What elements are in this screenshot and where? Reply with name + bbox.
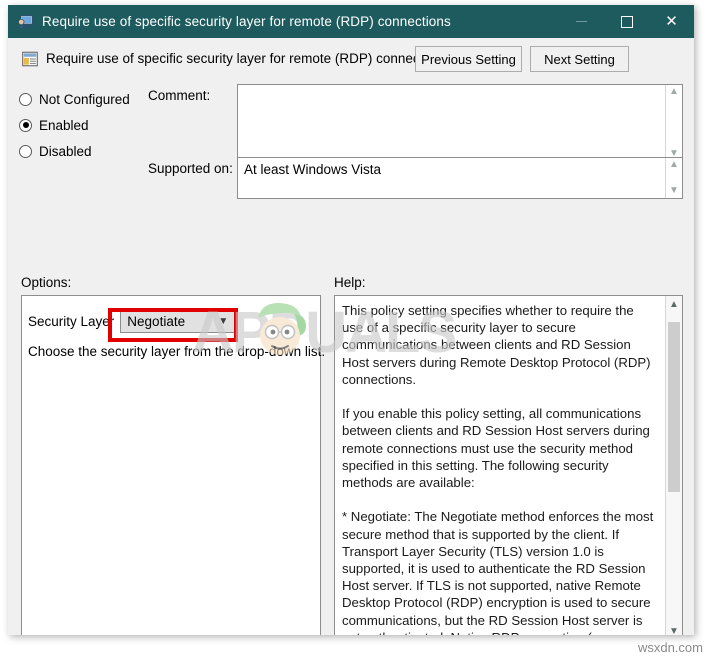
radio-icon bbox=[19, 144, 32, 158]
scroll-down-icon[interactable]: ▼ bbox=[666, 184, 682, 198]
close-icon: ✕ bbox=[665, 13, 678, 30]
comment-field[interactable]: ▲ ▼ bbox=[237, 84, 683, 162]
policy-setting-dialog: Require use of specific security layer f… bbox=[8, 5, 694, 635]
comment-scrollbar[interactable]: ▲ ▼ bbox=[665, 85, 682, 161]
wsxdn-watermark: wsxdn.com bbox=[637, 640, 703, 655]
chevron-down-icon: ▼ bbox=[218, 315, 229, 327]
radio-label: Not Configured bbox=[39, 91, 130, 107]
help-section-label: Help: bbox=[334, 275, 366, 290]
policy-state-radio-group: Not Configured Enabled Disabled bbox=[19, 86, 144, 164]
window-title: Require use of specific security layer f… bbox=[42, 14, 451, 29]
radio-icon bbox=[19, 118, 32, 132]
security-layer-hint: Choose the security layer from the drop-… bbox=[28, 344, 326, 359]
policy-header: Require use of specific security layer f… bbox=[8, 38, 694, 80]
comment-label: Comment: bbox=[148, 88, 211, 103]
security-layer-label: Security Layer bbox=[28, 314, 115, 329]
help-scrollbar[interactable]: ▲ ▼ bbox=[665, 296, 682, 635]
security-layer-row: Security Layer Negotiate ▼ bbox=[28, 310, 238, 333]
help-panel: This policy setting specifies whether to… bbox=[334, 295, 683, 635]
radio-not-configured[interactable]: Not Configured bbox=[19, 86, 144, 112]
radio-disabled[interactable]: Disabled bbox=[19, 138, 144, 164]
security-layer-dropdown[interactable]: Negotiate ▼ bbox=[120, 310, 238, 333]
radio-enabled[interactable]: Enabled bbox=[19, 112, 144, 138]
scroll-thumb[interactable] bbox=[668, 322, 680, 492]
options-section-label: Options: bbox=[21, 275, 72, 290]
supported-on-value: At least Windows Vista bbox=[244, 162, 382, 177]
next-setting-button[interactable]: Next Setting bbox=[530, 46, 629, 72]
supported-on-field: At least Windows Vista ▲ ▼ bbox=[237, 157, 683, 199]
scroll-up-icon[interactable]: ▲ bbox=[666, 297, 682, 313]
scroll-up-icon[interactable]: ▲ bbox=[666, 158, 682, 172]
scroll-up-icon[interactable]: ▲ bbox=[666, 85, 682, 99]
remote-desktop-icon bbox=[17, 15, 33, 29]
options-panel: Security Layer Negotiate ▼ Choose the se… bbox=[21, 295, 325, 635]
minimize-icon bbox=[576, 21, 587, 22]
radio-label: Disabled bbox=[39, 143, 92, 159]
close-button[interactable]: ✕ bbox=[649, 5, 694, 38]
window-controls: ✕ bbox=[559, 5, 694, 38]
previous-setting-button[interactable]: Previous Setting bbox=[415, 46, 522, 72]
help-text: This policy setting specifies whether to… bbox=[342, 303, 654, 635]
maximize-button[interactable] bbox=[604, 5, 649, 38]
dialog-client-area: Require use of specific security layer f… bbox=[8, 38, 694, 635]
radio-label: Enabled bbox=[39, 117, 89, 133]
policy-title: Require use of specific security layer f… bbox=[46, 51, 449, 66]
supported-on-scrollbar[interactable]: ▲ ▼ bbox=[665, 158, 682, 198]
security-layer-value: Negotiate bbox=[127, 314, 186, 329]
group-policy-setting-icon bbox=[22, 51, 38, 67]
scroll-down-icon[interactable]: ▼ bbox=[666, 624, 682, 636]
maximize-icon bbox=[620, 15, 633, 28]
minimize-button[interactable] bbox=[559, 5, 604, 38]
title-bar[interactable]: Require use of specific security layer f… bbox=[8, 5, 694, 38]
screenshot-root: Require use of specific security layer f… bbox=[0, 0, 707, 657]
supported-on-label: Supported on: bbox=[148, 161, 233, 176]
radio-icon bbox=[19, 92, 32, 106]
